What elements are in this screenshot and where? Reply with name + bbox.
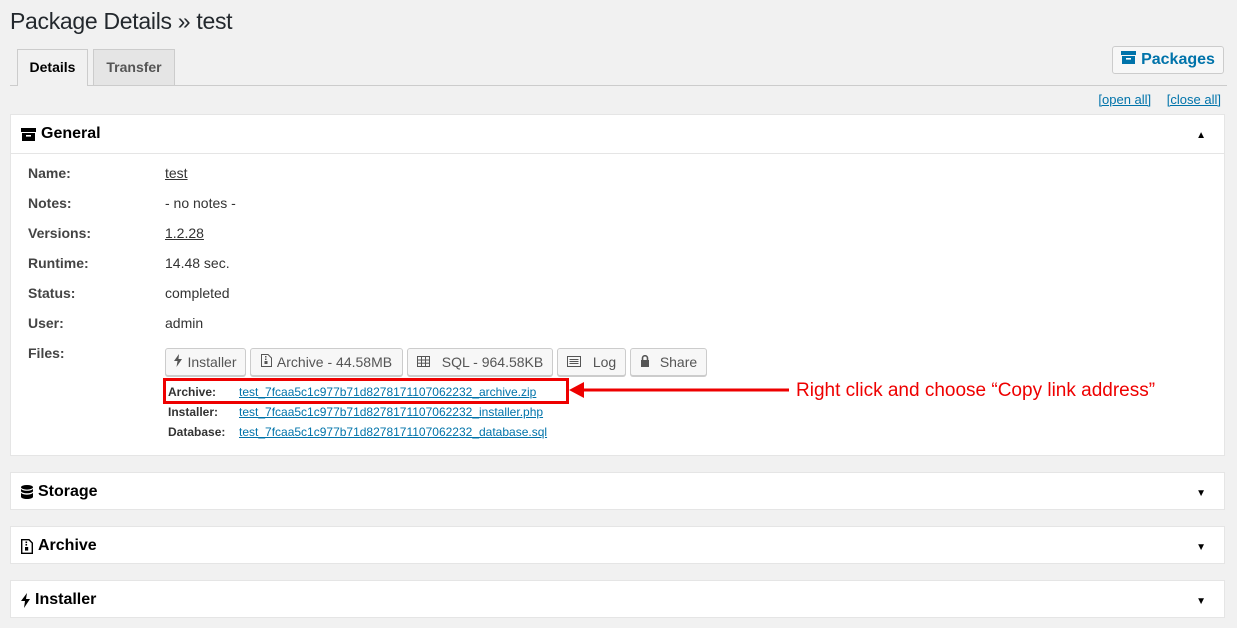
- expand-caret-icon[interactable]: ▼: [1196, 488, 1206, 499]
- close-all-link[interactable]: [close all]: [1167, 92, 1221, 107]
- tab-details[interactable]: Details: [17, 49, 88, 86]
- storage-panel: Storage ▼: [10, 472, 1225, 510]
- archive-box-icon: [21, 127, 36, 141]
- database-icon: [21, 485, 33, 499]
- field-label: Name:: [28, 165, 71, 181]
- share-button[interactable]: Share: [630, 348, 707, 376]
- archive-panel-title: Archive: [38, 537, 97, 554]
- installer-panel: Installer ▼: [10, 580, 1225, 618]
- share-button-label: Share: [659, 354, 698, 370]
- log-icon: [566, 354, 581, 370]
- field-label: User:: [28, 315, 64, 331]
- field-label: Runtime:: [28, 255, 89, 271]
- annotation-arrow-icon: [569, 382, 789, 398]
- archive-button-label: Archive - 44.58MB: [276, 354, 393, 370]
- lock-icon: [640, 354, 650, 370]
- annotation-highlight-box: [163, 378, 569, 404]
- version-link[interactable]: 1.2.28: [165, 225, 204, 241]
- packages-button-label: Packages: [1141, 51, 1215, 68]
- log-button-label: Log: [592, 354, 617, 370]
- user-value: admin: [165, 315, 204, 331]
- open-all-link[interactable]: [open all]: [1098, 92, 1151, 107]
- collapse-caret-icon[interactable]: ▲: [1196, 130, 1206, 141]
- file-archive-icon: [21, 538, 33, 554]
- storage-panel-title: Storage: [38, 483, 98, 500]
- field-label: Status:: [28, 285, 76, 301]
- packages-button[interactable]: Packages: [1112, 46, 1224, 74]
- archive-box-icon: [1121, 51, 1137, 69]
- archive-panel: Archive ▼: [10, 526, 1225, 564]
- tab-transfer[interactable]: Transfer: [93, 49, 175, 85]
- general-panel-header[interactable]: General ▲: [11, 115, 1224, 154]
- status-value: completed: [165, 285, 230, 301]
- open-close-links: [open all] [close all]: [1086, 92, 1221, 107]
- field-label: Versions:: [28, 225, 92, 241]
- archive-panel-header[interactable]: Archive ▼: [11, 527, 1224, 565]
- notes-value: - no notes -: [165, 195, 236, 211]
- storage-panel-header[interactable]: Storage ▼: [11, 473, 1224, 511]
- installer-file-link[interactable]: test_7fcaa5c1c977b71d8278171107062232_in…: [239, 405, 543, 419]
- bolt-icon: [174, 354, 183, 370]
- file-link-label: Installer:: [168, 405, 219, 419]
- file-archive-icon: [260, 354, 272, 370]
- expand-caret-icon[interactable]: ▼: [1196, 542, 1206, 553]
- field-label: Files:: [28, 345, 65, 361]
- general-panel-title: General: [41, 125, 101, 142]
- annotation-text: Right click and choose “Copy link addres…: [796, 380, 1156, 401]
- sql-button-label: SQL - 964.58KB: [441, 354, 544, 370]
- name-link[interactable]: test: [165, 165, 188, 181]
- field-label: Notes:: [28, 195, 72, 211]
- general-panel: General ▲ Name: test Notes: - no notes -…: [10, 114, 1225, 456]
- runtime-value: 14.48 sec.: [165, 255, 230, 271]
- file-link-label: Database:: [168, 425, 226, 439]
- page-title: Package Details » test: [10, 8, 233, 34]
- installer-panel-title: Installer: [35, 591, 97, 608]
- file-buttons: Installer Archive - 44.58MB SQL - 964.58…: [165, 348, 707, 376]
- installer-panel-header[interactable]: Installer ▼: [11, 581, 1224, 619]
- tab-bar: Details Transfer: [10, 49, 1227, 86]
- expand-caret-icon[interactable]: ▼: [1196, 596, 1206, 607]
- archive-download-button[interactable]: Archive - 44.58MB: [250, 348, 403, 376]
- database-file-link[interactable]: test_7fcaa5c1c977b71d8278171107062232_da…: [239, 425, 547, 439]
- installer-button[interactable]: Installer: [165, 348, 246, 376]
- sql-download-button[interactable]: SQL - 964.58KB: [407, 348, 553, 376]
- log-button[interactable]: Log: [557, 348, 626, 376]
- installer-button-label: Installer: [187, 354, 237, 370]
- table-icon: [416, 354, 430, 370]
- bolt-icon: [21, 592, 30, 608]
